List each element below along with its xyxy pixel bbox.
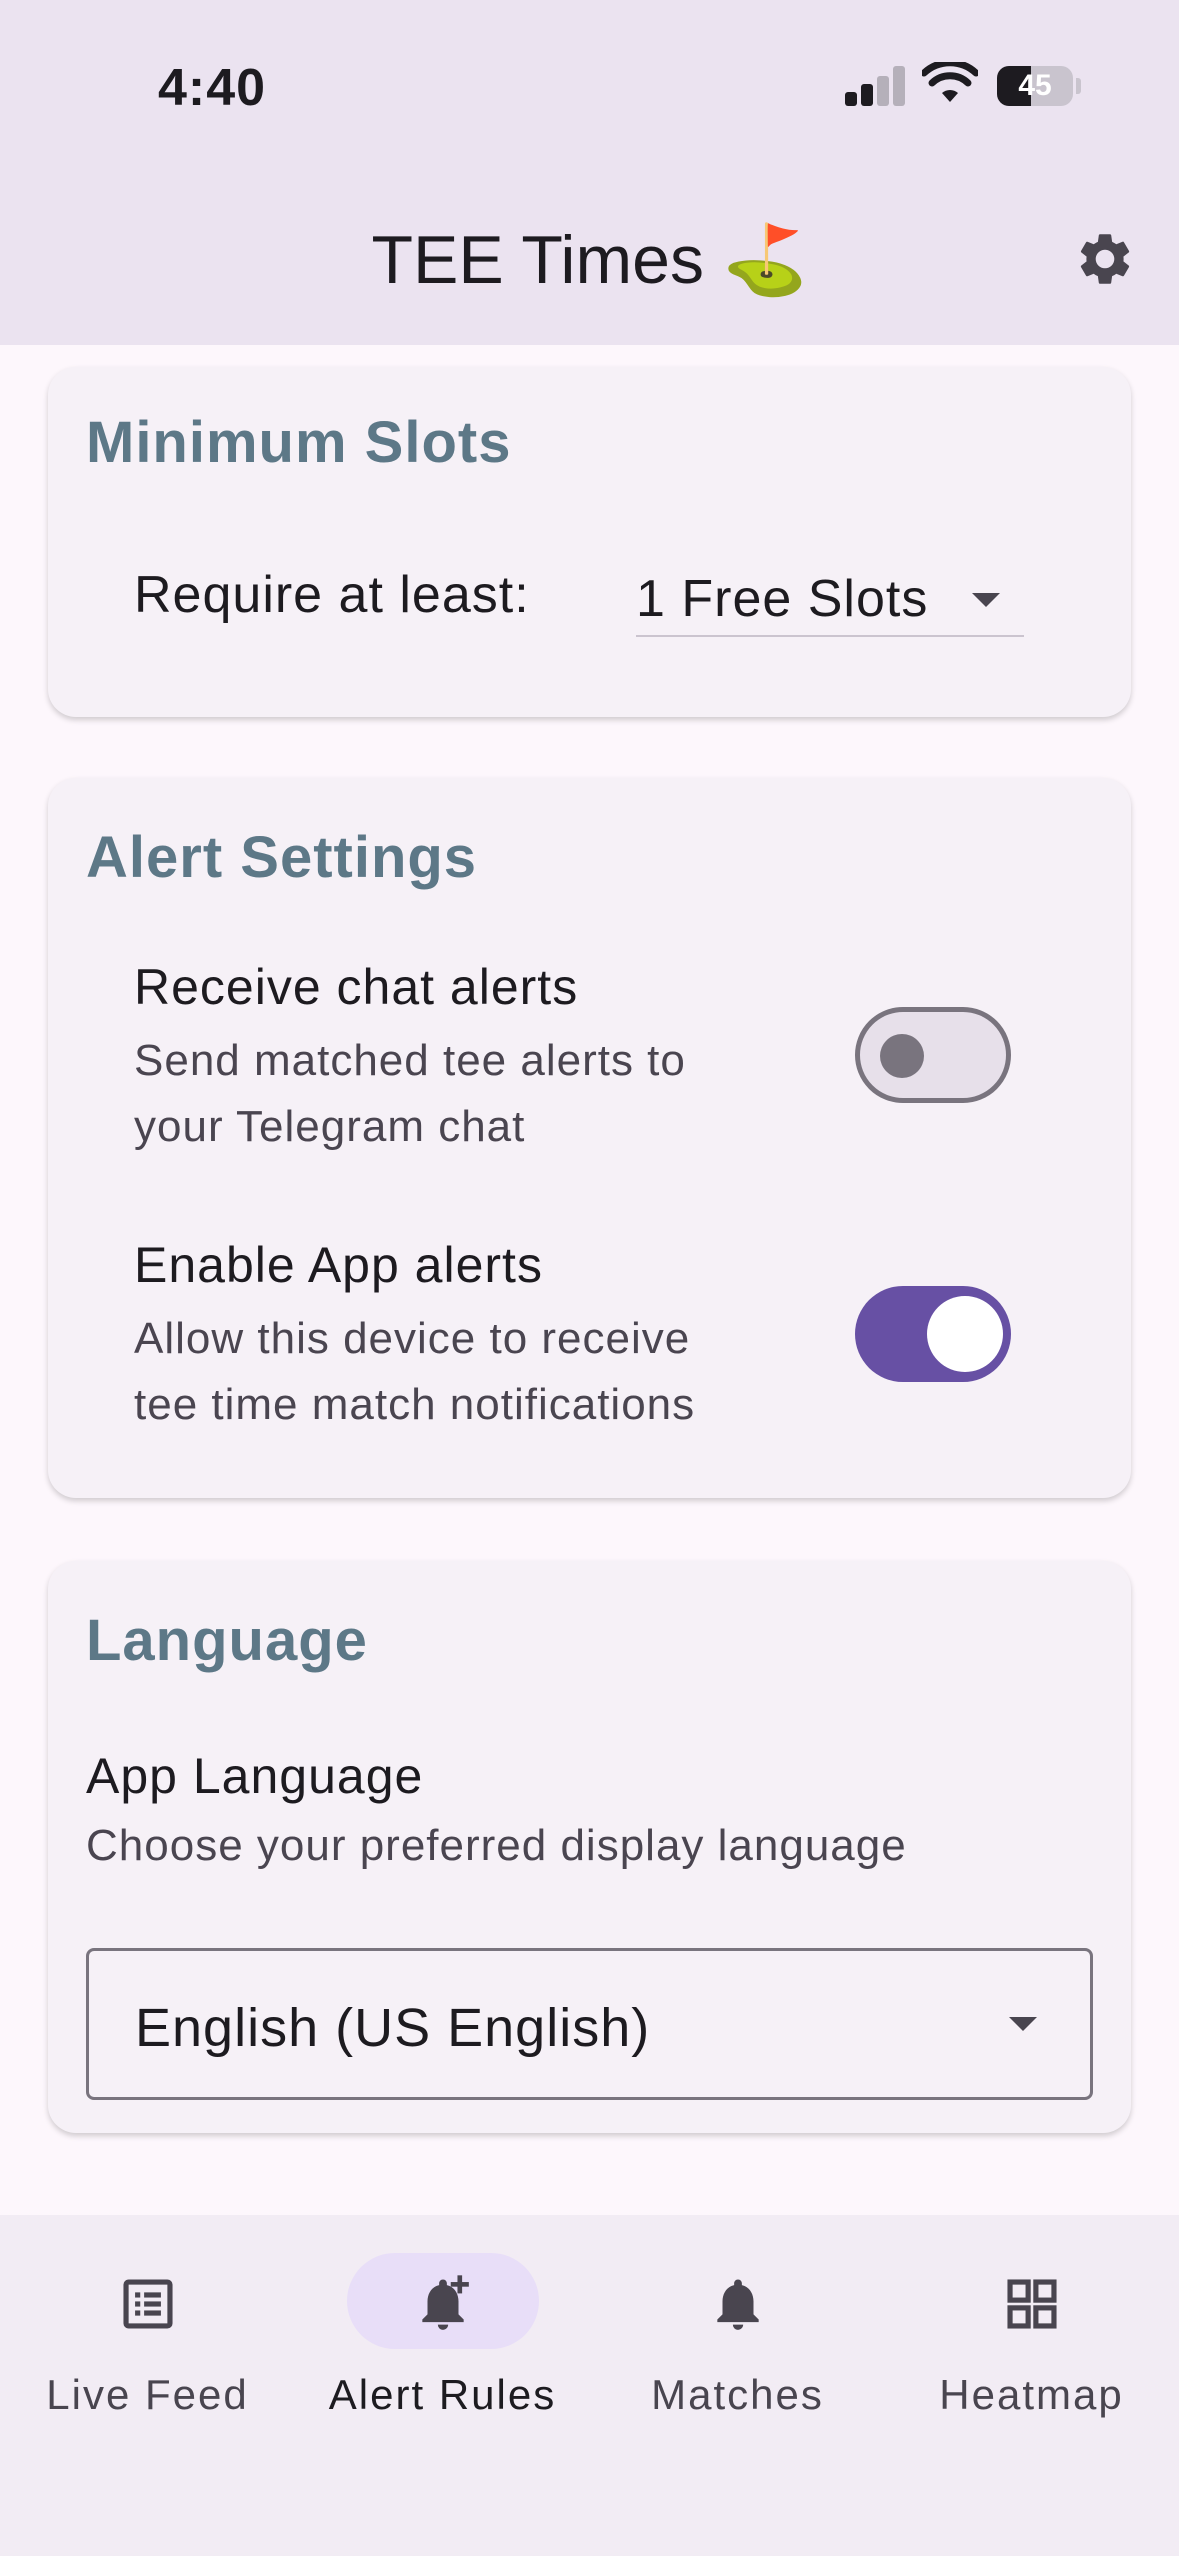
- toggle-knob: [880, 1034, 924, 1078]
- battery-percent: 45: [1018, 69, 1052, 102]
- min-slots-dropdown[interactable]: 1 Free Slots: [636, 565, 1024, 637]
- battery-icon: 45: [997, 66, 1073, 106]
- app-language-description: Choose your preferred display language: [86, 1821, 907, 1870]
- bell-icon: [716, 2279, 759, 2330]
- wifi-icon: [922, 62, 978, 102]
- language-title: Language: [86, 1608, 368, 1673]
- cellular-signal-icon: [845, 66, 905, 106]
- list-icon: [122, 2279, 173, 2329]
- app-alerts-description: Allow this device to receive tee time ma…: [134, 1306, 695, 1438]
- battery-tip: [1076, 78, 1081, 94]
- require-at-least-label: Require at least:: [134, 566, 530, 624]
- chat-alerts-description: Send matched tee alerts to your Telegram…: [134, 1028, 686, 1160]
- chevron-down-icon: [972, 593, 1000, 607]
- min-slots-value: 1 Free Slots: [636, 570, 929, 628]
- app-alerts-desc-line2: tee time match notifications: [134, 1380, 696, 1429]
- nav-item-heatmap[interactable]: Heatmap: [884, 2253, 1179, 2433]
- page-title: TEE Times ⛳: [0, 220, 1179, 300]
- settings-content[interactable]: Minimum Slots Require at least: 1 Free S…: [0, 345, 1179, 2215]
- language-value: English (US English): [135, 1998, 651, 2058]
- golf-flag-icon: ⛳: [722, 222, 808, 298]
- nav-label-matches: Matches: [651, 2371, 824, 2418]
- language-card: Language App Language Choose your prefer…: [48, 1561, 1131, 2133]
- alert-settings-card: Alert Settings Receive chat alerts Send …: [48, 778, 1131, 1498]
- gear-icon[interactable]: [1074, 228, 1136, 290]
- language-select[interactable]: English (US English): [86, 1948, 1093, 2100]
- status-time: 4:40: [158, 59, 267, 117]
- chat-alerts-toggle[interactable]: [855, 1007, 1011, 1103]
- nav-item-matches[interactable]: Matches: [590, 2253, 885, 2433]
- chevron-down-icon: [1009, 2017, 1037, 2031]
- nav-label-live-feed: Live Feed: [46, 2371, 249, 2418]
- nav-label-heatmap: Heatmap: [939, 2371, 1124, 2418]
- nav-item-live-feed[interactable]: Live Feed: [0, 2253, 295, 2433]
- chat-alerts-label: Receive chat alerts: [134, 959, 579, 1015]
- nav-label-alert-rules: Alert Rules: [328, 2371, 557, 2418]
- toggle-knob: [927, 1296, 1003, 1372]
- bell-plus-icon: [421, 2275, 469, 2330]
- bottom-navigation: Live Feed Alert Rules Matches Heatmap: [0, 2215, 1179, 2556]
- page-title-text: TEE Times: [371, 222, 704, 298]
- status-bar: 4:40 45: [0, 0, 1179, 180]
- nav-item-alert-rules[interactable]: Alert Rules: [295, 2253, 590, 2433]
- chat-alerts-desc-line1: Send matched tee alerts to: [134, 1036, 686, 1085]
- app-alerts-label: Enable App alerts: [134, 1237, 543, 1293]
- minimum-slots-title: Minimum Slots: [86, 410, 512, 475]
- app-alerts-desc-line1: Allow this device to receive: [134, 1314, 691, 1363]
- app-alerts-toggle[interactable]: [855, 1286, 1011, 1382]
- alert-settings-title: Alert Settings: [86, 825, 478, 890]
- app-bar: TEE Times ⛳: [0, 180, 1179, 345]
- chat-alerts-desc-line2: your Telegram chat: [134, 1102, 526, 1151]
- app-language-label: App Language: [86, 1748, 424, 1804]
- grid-icon: [1006, 2279, 1057, 2329]
- minimum-slots-card: Minimum Slots Require at least: 1 Free S…: [48, 367, 1131, 717]
